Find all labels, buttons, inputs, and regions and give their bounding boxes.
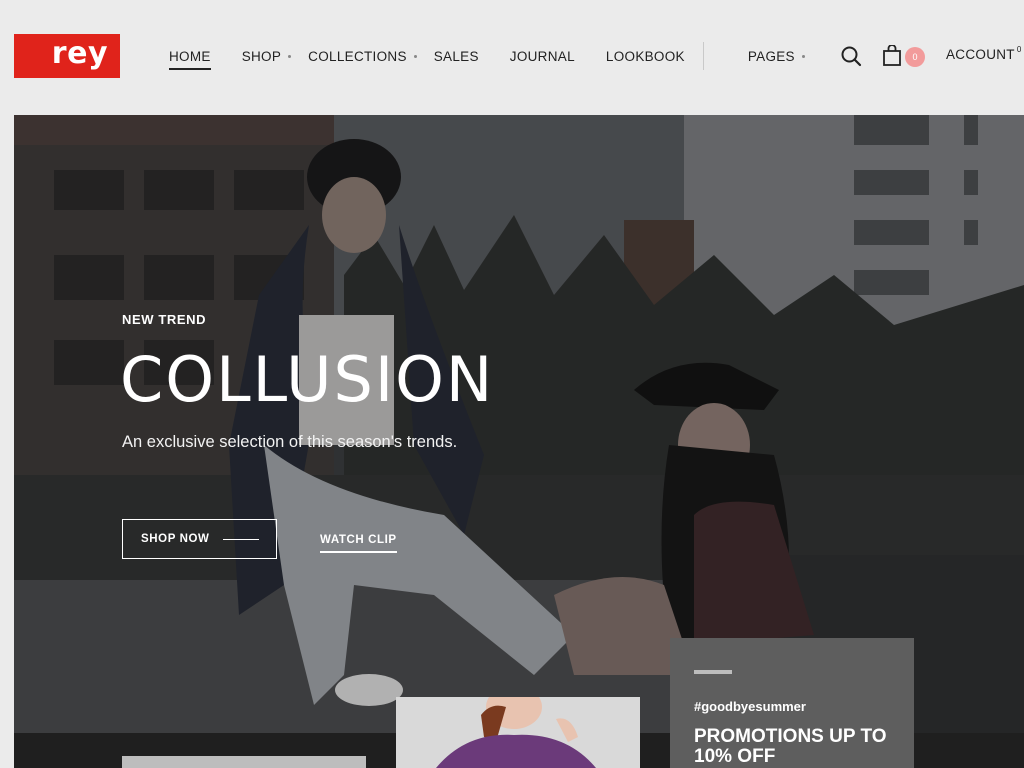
shop-now-button[interactable]: SHOP NOW bbox=[122, 519, 277, 559]
product-card-thumbnail[interactable] bbox=[122, 756, 366, 768]
nav-item-label: PAGES bbox=[747, 48, 795, 64]
hero-subtitle: An exclusive selection of this season's … bbox=[122, 433, 458, 451]
cart-count-badge[interactable]: 0 bbox=[905, 47, 925, 67]
promo-accent-bar bbox=[694, 670, 732, 674]
product-card-image[interactable] bbox=[396, 697, 640, 768]
logo-text: rey bbox=[51, 36, 108, 71]
dropdown-dot-icon bbox=[801, 54, 805, 58]
nav-item-label: JOURNAL bbox=[509, 48, 575, 64]
shop-now-label: SHOP NOW bbox=[141, 533, 210, 545]
hero-kicker: NEW TREND bbox=[122, 312, 207, 327]
nav-item-journal[interactable]: JOURNAL bbox=[510, 49, 575, 64]
brand-logo[interactable]: rey bbox=[14, 34, 120, 78]
promo-title-line1: PROMOTIONS UP TO bbox=[694, 726, 887, 747]
nav-item-label: HOME bbox=[169, 48, 211, 64]
account-label: ACCOUNT bbox=[946, 47, 1015, 62]
watch-clip-link[interactable]: WATCH CLIP bbox=[320, 534, 397, 553]
arrow-line-icon bbox=[223, 538, 260, 540]
nav-item-label: SHOP bbox=[241, 48, 282, 64]
account-link[interactable]: ACCOUNT 0 bbox=[946, 45, 1022, 62]
site-header: rey HOME SHOP COLLECTIONS SALES JOURNAL … bbox=[0, 0, 1024, 115]
shopping-bag-icon[interactable] bbox=[882, 45, 902, 67]
hero-banner: NEW TREND COLLUSION An exclusive selecti… bbox=[14, 115, 1024, 768]
nav-divider bbox=[703, 42, 704, 70]
nav-item-sales[interactable]: SALES bbox=[434, 49, 479, 64]
nav-item-label: COLLECTIONS bbox=[308, 48, 407, 64]
search-icon[interactable] bbox=[840, 45, 862, 67]
promo-card[interactable]: #goodbyesummer PROMOTIONS UP TO 10% OFF bbox=[670, 638, 914, 768]
promo-tag: #goodbyesummer bbox=[694, 699, 806, 714]
promo-title-line2: 10% OFF bbox=[694, 745, 776, 767]
nav-item-pages[interactable]: PAGES bbox=[748, 49, 805, 64]
nav-item-label: LOOKBOOK bbox=[605, 48, 685, 64]
dropdown-dot-icon bbox=[413, 54, 417, 58]
main-nav: HOME SHOP COLLECTIONS SALES JOURNAL LOOK… bbox=[169, 46, 805, 70]
dropdown-dot-icon bbox=[288, 54, 292, 58]
account-count: 0 bbox=[1016, 45, 1022, 54]
promo-title: PROMOTIONS UP TO 10% OFF bbox=[694, 727, 890, 767]
model-photo bbox=[396, 697, 640, 768]
nav-item-home[interactable]: HOME bbox=[169, 48, 211, 70]
nav-item-lookbook[interactable]: LOOKBOOK bbox=[606, 49, 685, 64]
nav-item-collections[interactable]: COLLECTIONS bbox=[308, 49, 417, 64]
nav-item-shop[interactable]: SHOP bbox=[241, 48, 292, 64]
nav-item-label: SALES bbox=[433, 48, 479, 64]
hero-title: COLLUSION bbox=[120, 343, 495, 416]
